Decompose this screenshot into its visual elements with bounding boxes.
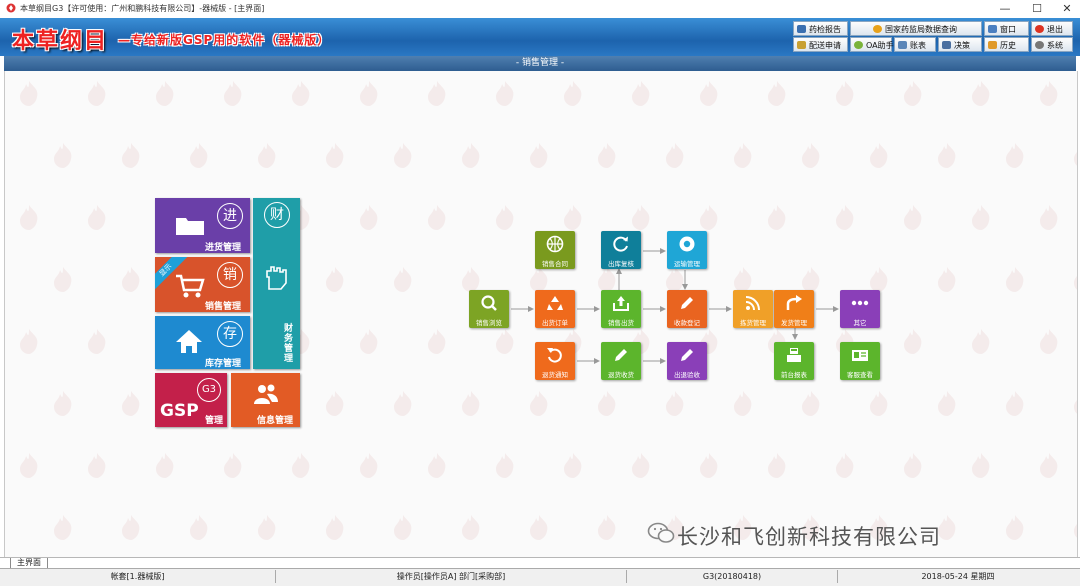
flow-returnnotice-label: 退货通知 — [542, 371, 568, 379]
upload-icon — [613, 296, 629, 311]
status-version: G3(20180418) — [627, 570, 838, 583]
refresh-icon — [613, 236, 628, 252]
flow-customer-label: 客服查看 — [847, 371, 873, 379]
gear-icon — [1035, 41, 1044, 49]
history-button[interactable]: 历史 — [984, 37, 1029, 52]
flow-ship-label: 发货管理 — [781, 319, 807, 327]
history-icon — [988, 41, 997, 49]
flow-front-label: 前台报表 — [781, 371, 807, 379]
system-button[interactable]: 系统 — [1031, 37, 1073, 52]
window-menu-button[interactable]: 窗口 — [984, 21, 1029, 36]
window-title: 本草纲目G3【许可使用：广州和鹏科技有限公司】-器械版 - [主界面] — [20, 4, 265, 13]
status-bar: 帐套[1.器械版] 操作员[操作员A] 部门[采购部] G3(20180418)… — [0, 568, 1080, 586]
rss-icon — [745, 296, 760, 311]
flow-pack-label: 拣货管理 — [740, 319, 766, 327]
report-button[interactable]: 药检报告 — [793, 21, 848, 36]
exit-button[interactable]: 退出 — [1031, 21, 1073, 36]
exit-icon — [1035, 25, 1044, 33]
ledger-button[interactable]: 账表 — [894, 37, 936, 52]
history-label: 历史 — [1000, 41, 1016, 50]
app-logo: 本草纲目 — [12, 28, 109, 54]
more-dots-icon — [851, 300, 869, 306]
flow-pack[interactable]: 拣货管理 — [733, 290, 773, 328]
aperture-icon — [679, 236, 695, 252]
system-label: 系统 — [1047, 41, 1063, 50]
flow-receipt[interactable]: 收款登记 — [667, 290, 707, 328]
flow-other-label: 其它 — [853, 319, 867, 327]
flow-order-label: 出货订单 — [542, 319, 568, 327]
flow-salesout[interactable]: 销售出货 — [601, 290, 641, 328]
app-subtitle: —专给新版GSP用的软件（器械版） — [118, 33, 331, 47]
flow-transport[interactable]: 运输管理 — [667, 231, 707, 269]
exit-label: 退出 — [1047, 25, 1063, 34]
flow-browse-label: 销售浏览 — [476, 319, 502, 327]
decision-icon — [942, 41, 951, 49]
flow-transport-label: 运输管理 — [674, 260, 700, 268]
company-brand: 长沙和飞创新科技有限公司 — [677, 525, 941, 549]
flow-contract[interactable]: 销售合同 — [535, 231, 575, 269]
shield-icon — [873, 25, 882, 33]
oa-button[interactable]: OA助手 — [850, 37, 894, 52]
recycle-icon — [547, 296, 563, 310]
minimize-button[interactable]: — — [990, 0, 1020, 18]
window-icon — [988, 25, 997, 33]
flow-customer[interactable]: 客服查看 — [840, 342, 880, 380]
pencil-icon — [681, 297, 693, 309]
flow-receipt-label: 收款登记 — [674, 319, 700, 327]
flow-reship[interactable]: 出库复核 — [601, 231, 641, 269]
flow-order[interactable]: 出货订单 — [535, 290, 575, 328]
flow-other[interactable]: 其它 — [840, 290, 880, 328]
section-title-bar: - 销售管理 - — [4, 56, 1076, 71]
window-label: 窗口 — [1000, 25, 1016, 34]
wechat-icon — [647, 522, 675, 543]
window-titlebar: 本草纲目G3【许可使用：广州和鹏科技有限公司】-器械版 - [主界面] — ☐ … — [0, 0, 1080, 19]
flow-salesout-label: 销售出货 — [608, 319, 634, 327]
status-date: 2018-05-24 星期四 — [921, 572, 995, 581]
id-card-icon — [852, 350, 868, 361]
report-icon — [797, 25, 806, 33]
flow-returnnotice[interactable]: 退货通知 — [535, 342, 575, 380]
cash-register-icon — [787, 348, 801, 362]
delivery-label: 配送申请 — [809, 41, 841, 50]
status-operator: 操作员[操作员A] 部门[采购部] — [276, 570, 627, 583]
app-icon — [6, 3, 16, 13]
chat-icon — [854, 41, 863, 49]
ledger-icon — [898, 41, 907, 49]
search-icon — [481, 295, 497, 311]
flow-returncheck[interactable]: 出退验收 — [667, 342, 707, 380]
decision-label: 决策 — [954, 41, 970, 50]
flow-ship[interactable]: 发货管理 — [774, 290, 814, 328]
flow-returncheck-label: 出退验收 — [674, 371, 700, 379]
delivery-icon — [797, 41, 806, 49]
share-arrow-icon — [786, 295, 802, 310]
flow-front[interactable]: 前台报表 — [774, 342, 814, 380]
oa-label: OA助手 — [866, 41, 894, 50]
basketball-icon — [546, 235, 564, 253]
pencil-icon — [681, 349, 693, 361]
flow-browse[interactable]: 销售浏览 — [469, 290, 509, 328]
decision-button[interactable]: 决策 — [938, 37, 982, 52]
flow-returnreceive[interactable]: 退货收货 — [601, 342, 641, 380]
flow-reship-label: 出库复核 — [608, 260, 634, 268]
flow-returnreceive-label: 退货收货 — [608, 371, 634, 379]
bureau-label: 国家药监局数据查询 — [885, 25, 957, 34]
undo-icon — [547, 348, 562, 363]
ledger-label: 账表 — [910, 41, 926, 50]
bureau-query-button[interactable]: 国家药监局数据查询 — [850, 21, 982, 36]
flow-contract-label: 销售合同 — [542, 260, 568, 268]
pencil-icon — [615, 349, 627, 361]
delivery-button[interactable]: 配送申请 — [793, 37, 848, 52]
status-account: 帐套[1.器械版] — [0, 570, 276, 583]
report-label: 药检报告 — [809, 25, 841, 34]
app-header: 本草纲目 —专给新版GSP用的软件（器械版） 药检报告 国家药监局数据查询 窗口… — [0, 18, 1080, 56]
main-panel: 进 进货管理 显示 销 销售管理 存 库存管理 财 财务管理 G3 GSP 管理… — [4, 71, 1078, 557]
close-window-button[interactable]: ✕ — [1052, 0, 1080, 18]
maximize-button[interactable]: ☐ — [1022, 0, 1052, 18]
